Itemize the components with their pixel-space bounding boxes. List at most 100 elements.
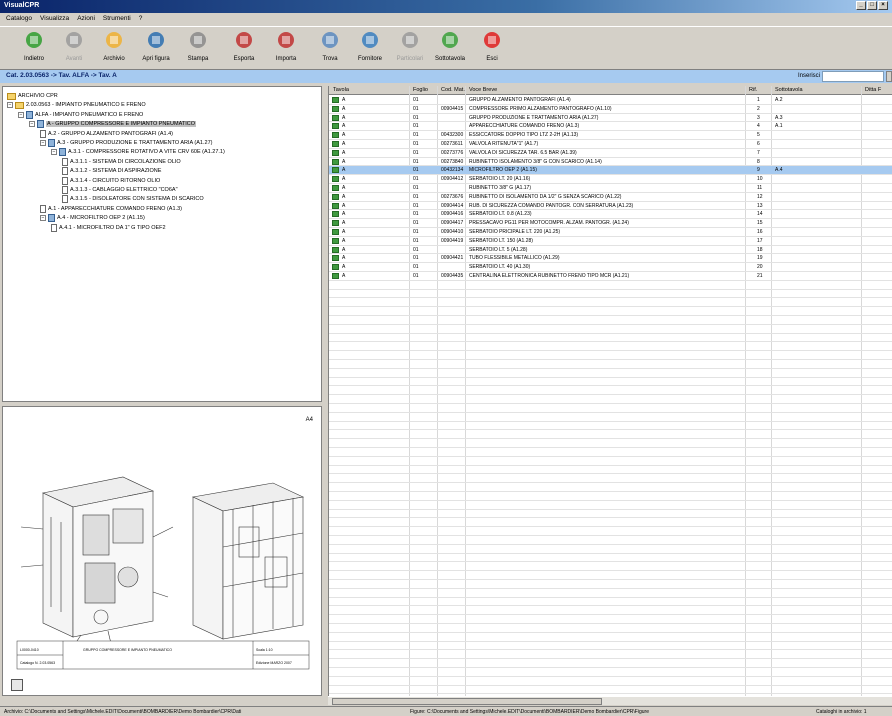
toolbar-button-4[interactable]: Stampa [176, 30, 220, 68]
toolbar-button-9[interactable]: Particolari [388, 30, 432, 68]
tree-expander-icon[interactable]: − [7, 102, 13, 109]
search-input[interactable] [822, 71, 884, 82]
table-row[interactable] [329, 395, 892, 404]
table-row[interactable] [329, 624, 892, 633]
table-row[interactable]: A 01 00904414 RUB. DI SICUREZZA COMANDO PAN… [329, 202, 892, 211]
toolbar-button-1[interactable]: Avanti [52, 30, 96, 68]
table-row[interactable] [329, 545, 892, 554]
table-row[interactable]: A 01 00904412 SERBATOIO LT. 20 (A1.16) 10 [329, 175, 892, 184]
table-row[interactable] [329, 518, 892, 528]
column-header[interactable]: Voce Breve [469, 87, 497, 93]
table-row[interactable] [329, 598, 892, 607]
table-row[interactable] [329, 404, 892, 413]
search-button[interactable] [886, 71, 892, 82]
table-row[interactable]: A 01 00904417 PRESSACAVO PG11 PER MOTOCOMPR… [329, 219, 892, 228]
catalog-tree[interactable]: ARCHIVIO CPR −2.03.0563 - IMPIANTO PNEUMA… [2, 86, 322, 402]
tree-expander-icon[interactable]: − [51, 149, 57, 156]
table-row[interactable]: A 01 00432134 MICROFILTRO OEP 2 (A1.15) 9 A.4 [329, 166, 892, 176]
column-header[interactable]: Sottotavola [775, 87, 803, 93]
table-row[interactable] [329, 536, 892, 545]
table-row[interactable] [329, 307, 892, 316]
table-row[interactable] [329, 615, 892, 624]
table-row[interactable]: A 01 APPARECCHIATURE COMANDO FRENO (A1.3) 4… [329, 122, 892, 132]
table-row[interactable] [329, 290, 892, 299]
table-row[interactable] [329, 686, 892, 695]
table-row[interactable]: A 01 00273776 VALVOLA DI SICUREZZA TAR. 6.5… [329, 149, 892, 158]
table-row[interactable] [329, 342, 892, 352]
table-row[interactable] [329, 369, 892, 378]
table-row[interactable] [329, 360, 892, 369]
menu-item-2[interactable]: Azioni [77, 15, 95, 24]
table-row[interactable] [329, 448, 892, 457]
table-row[interactable] [329, 510, 892, 519]
table-row[interactable] [329, 492, 892, 501]
table-row[interactable] [329, 351, 892, 360]
tree-expander-icon[interactable]: − [40, 215, 46, 222]
tree-expander-icon[interactable]: − [40, 140, 46, 146]
table-row[interactable] [329, 430, 892, 440]
table-row[interactable] [329, 325, 892, 334]
column-header[interactable]: Rif. [749, 87, 757, 93]
table-row[interactable] [329, 589, 892, 598]
table-row[interactable] [329, 413, 892, 422]
table-row[interactable]: A 01 GRUPPO ALZAMENTO PANTOGRAFI (A1.4) 1 A.… [329, 96, 892, 105]
table-row[interactable] [329, 501, 892, 510]
toolbar-button-10[interactable]: Sottotavola [428, 30, 472, 68]
scrollbar-thumb[interactable] [332, 698, 602, 705]
menu-item-4[interactable]: ? [139, 15, 143, 24]
table-row[interactable] [329, 466, 892, 475]
table-row[interactable] [329, 474, 892, 484]
close-button[interactable]: × [878, 1, 888, 10]
table-row[interactable]: A 01 00904435 CENTRALINA ELETTRONICA RUBINE… [329, 272, 892, 281]
toolbar-button-6[interactable]: Importa [264, 30, 308, 68]
table-row[interactable] [329, 334, 892, 343]
print-icon[interactable] [11, 679, 23, 691]
tree-expander-icon[interactable]: − [18, 111, 24, 118]
table-row[interactable]: A 01 SERBATOIO LT. 40 (A1.30) 20 [329, 263, 892, 272]
toolbar-button-8[interactable]: Fornitore [348, 30, 392, 68]
table-row[interactable] [329, 422, 892, 431]
toolbar-button-7[interactable]: Trova [308, 30, 352, 68]
table-row[interactable] [329, 554, 892, 563]
table-row[interactable]: A 01 RUBINETTO 3/8" G (A1.17) 11 [329, 184, 892, 193]
tree-expander-icon[interactable]: − [29, 121, 35, 128]
table-row[interactable]: A 01 00432300 ESSICCATORE DOPPIO TIPO LTZ 2… [329, 131, 892, 140]
column-header[interactable]: Ditta F [865, 87, 881, 93]
table-row[interactable] [329, 659, 892, 668]
table-row[interactable]: A 01 00273840 RUBINETTO ISOLAMENTO 3/8" G C… [329, 158, 892, 167]
table-row[interactable] [329, 580, 892, 589]
table-row[interactable]: A 01 00273676 RUBINETTO DI ISOLAMENTO DA 1/… [329, 193, 892, 202]
menu-item-3[interactable]: Strumenti [103, 15, 131, 24]
table-row[interactable] [329, 668, 892, 677]
table-row[interactable] [329, 633, 892, 642]
table-row[interactable]: A 01 00904421 TUBO FLESSIBILE METALLICO (A1… [329, 254, 892, 264]
table-row[interactable]: A 01 00273611 VALVOLA RITENUTA"1" (A1.7) 6 [329, 140, 892, 149]
table-row[interactable]: A 01 SERBATOIO LT. 5 (A1.28) 18 [329, 246, 892, 255]
table-row[interactable] [329, 527, 892, 536]
table-horizontal-scrollbar[interactable] [328, 696, 892, 705]
table-row[interactable] [329, 281, 892, 290]
table-row[interactable]: A 01 00904410 SERBATOIO PRICIPALE LT. 220 (… [329, 228, 892, 237]
menu-item-1[interactable]: Visualizza [40, 15, 69, 24]
column-header[interactable]: Foglio [413, 87, 428, 93]
table-row[interactable] [329, 650, 892, 660]
table-row[interactable] [329, 642, 892, 651]
column-header[interactable]: Tavola [333, 87, 349, 93]
table-row[interactable] [329, 677, 892, 686]
table-row[interactable]: A 01 00904416 SERBATOIO LT. 0.8 (A1.23) 14 [329, 210, 892, 220]
table-row[interactable] [329, 316, 892, 325]
table-row[interactable] [329, 457, 892, 466]
table-row[interactable] [329, 606, 892, 616]
toolbar-button-0[interactable]: Indietro [12, 30, 56, 68]
table-row[interactable] [329, 378, 892, 387]
table-row[interactable] [329, 483, 892, 492]
table-row[interactable]: A 01 GRUPPO PRODUZIONE E TRATTAMENTO ARIA … [329, 114, 892, 123]
toolbar-button-3[interactable]: Apri figura [134, 30, 178, 68]
table-row[interactable] [329, 386, 892, 396]
table-row[interactable] [329, 562, 892, 572]
table-row[interactable] [329, 298, 892, 308]
column-header[interactable]: Cod. Mat. [441, 87, 465, 93]
toolbar-button-11[interactable]: Esci [470, 30, 514, 68]
table-row[interactable] [329, 571, 892, 580]
minimize-button[interactable]: _ [856, 1, 866, 10]
